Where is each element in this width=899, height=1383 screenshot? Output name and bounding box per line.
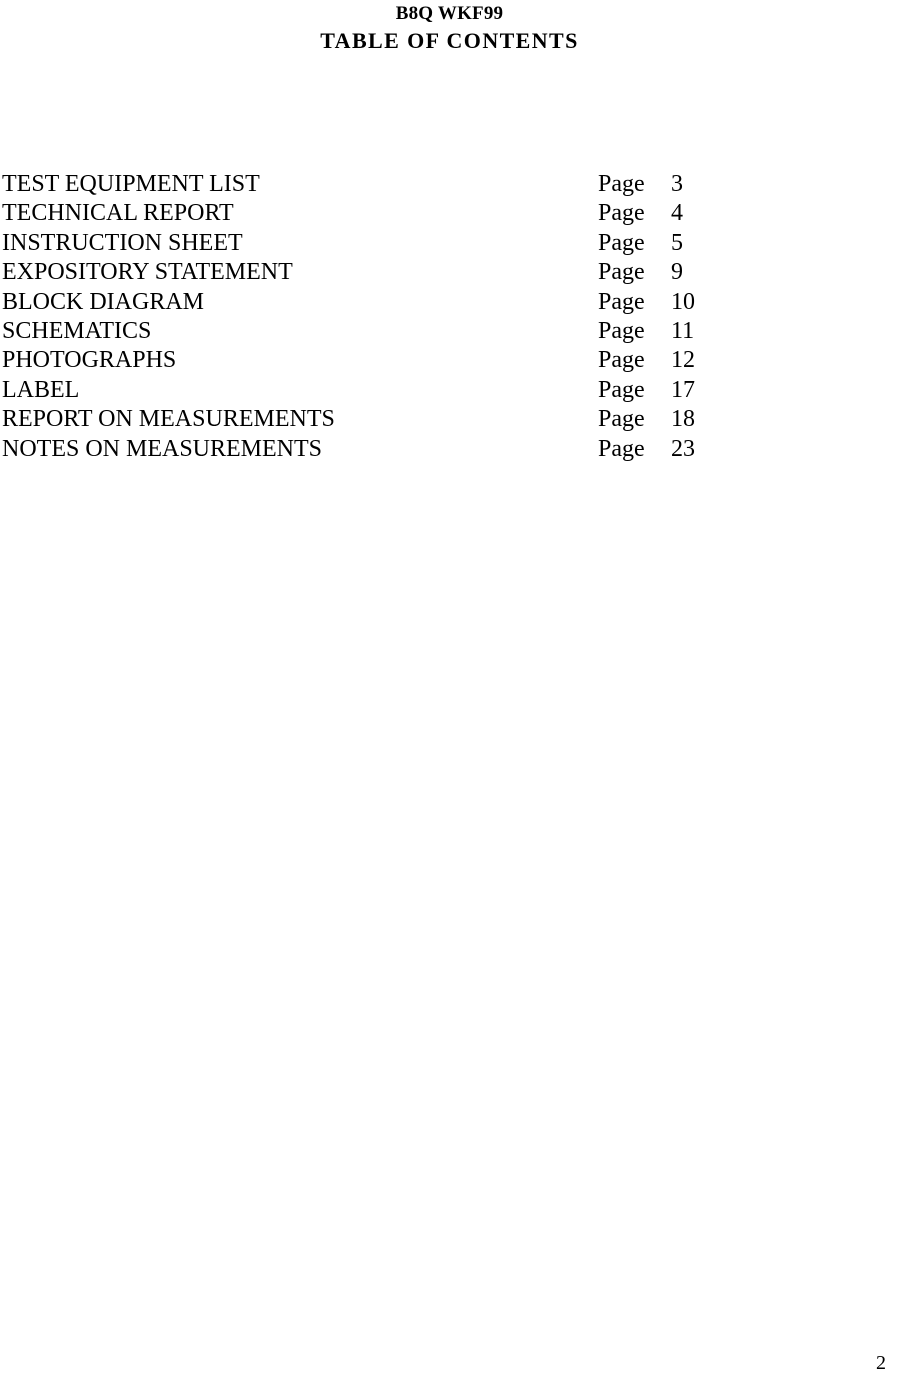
toc-entry-page-number: 9: [671, 259, 683, 286]
toc-entry-page-number: 12: [671, 347, 695, 374]
document-page: B8Q WKF99 TABLE OF CONTENTS TEST EQUIPME…: [0, 0, 899, 1383]
toc-entry-title: NOTES ON MEASUREMENTS: [2, 435, 323, 462]
toc-entry-title: TEST EQUIPMENT LIST: [2, 171, 260, 197]
toc-entry[interactable]: EXPOSITORY STATEMENT Page 9: [2, 258, 892, 287]
toc-entry-page-label: Page: [598, 200, 645, 227]
toc-entry-title: TECHNICAL REPORT: [2, 200, 234, 227]
page-title: TABLE OF CONTENTS: [320, 28, 579, 53]
toc-entry-page-label: Page: [598, 288, 645, 315]
toc-entry-title: SCHEMATICS: [2, 317, 152, 344]
footer-page-number: 2: [876, 1352, 886, 1374]
toc-entry-page-label: Page: [598, 171, 645, 197]
toc-entry[interactable]: PHOTOGRAPHS Page 12: [2, 346, 892, 375]
toc-entry-title: LABEL: [2, 376, 80, 403]
toc-entry-page-number: 18: [671, 406, 695, 433]
toc-entry[interactable]: BLOCK DIAGRAM Page 10: [2, 288, 892, 317]
toc-entry-page-label: Page: [598, 435, 645, 462]
toc-entry-page-label: Page: [598, 347, 645, 374]
toc-entry-page-label: Page: [598, 406, 645, 433]
toc-entry-title: BLOCK DIAGRAM: [2, 288, 205, 315]
toc-entry-page-number: 17: [671, 376, 695, 403]
toc-entry[interactable]: LABEL Page 17: [2, 376, 892, 405]
toc-entry[interactable]: TECHNICAL REPORT Page 4: [2, 199, 892, 228]
table-of-contents: TEST EQUIPMENT LIST Page 3 TECHNICAL REP…: [2, 170, 892, 464]
toc-entry-title: PHOTOGRAPHS: [2, 347, 177, 374]
toc-entry[interactable]: NOTES ON MEASUREMENTS Page 23: [2, 435, 892, 464]
toc-entry-page-number: 3: [671, 171, 683, 197]
toc-entry-page-label: Page: [598, 317, 645, 344]
toc-entry-page-label: Page: [598, 229, 645, 256]
toc-entry[interactable]: TEST EQUIPMENT LIST Page 3: [2, 170, 892, 199]
toc-entry-page-number: 10: [671, 288, 695, 315]
toc-entry-page-label: Page: [598, 259, 645, 286]
toc-entry-page-number: 5: [671, 229, 683, 256]
document-code: B8Q WKF99: [395, 3, 504, 24]
toc-entry-page-number: 23: [671, 435, 695, 462]
toc-entry-page-number: 4: [671, 200, 683, 227]
toc-entry[interactable]: INSTRUCTION SHEET Page 5: [2, 229, 892, 258]
document-header: B8Q WKF99 TABLE OF CONTENTS: [0, 0, 899, 54]
toc-entry-page-number: 11: [671, 317, 695, 344]
toc-entry-title: EXPOSITORY STATEMENT: [2, 259, 293, 286]
toc-entry-title: REPORT ON MEASUREMENTS: [2, 406, 335, 433]
toc-entry[interactable]: SCHEMATICS Page 11: [2, 317, 892, 346]
toc-entry-title: INSTRUCTION SHEET: [2, 229, 243, 256]
toc-entry[interactable]: REPORT ON MEASUREMENTS Page 18: [2, 405, 892, 434]
toc-entry-page-label: Page: [598, 376, 645, 403]
